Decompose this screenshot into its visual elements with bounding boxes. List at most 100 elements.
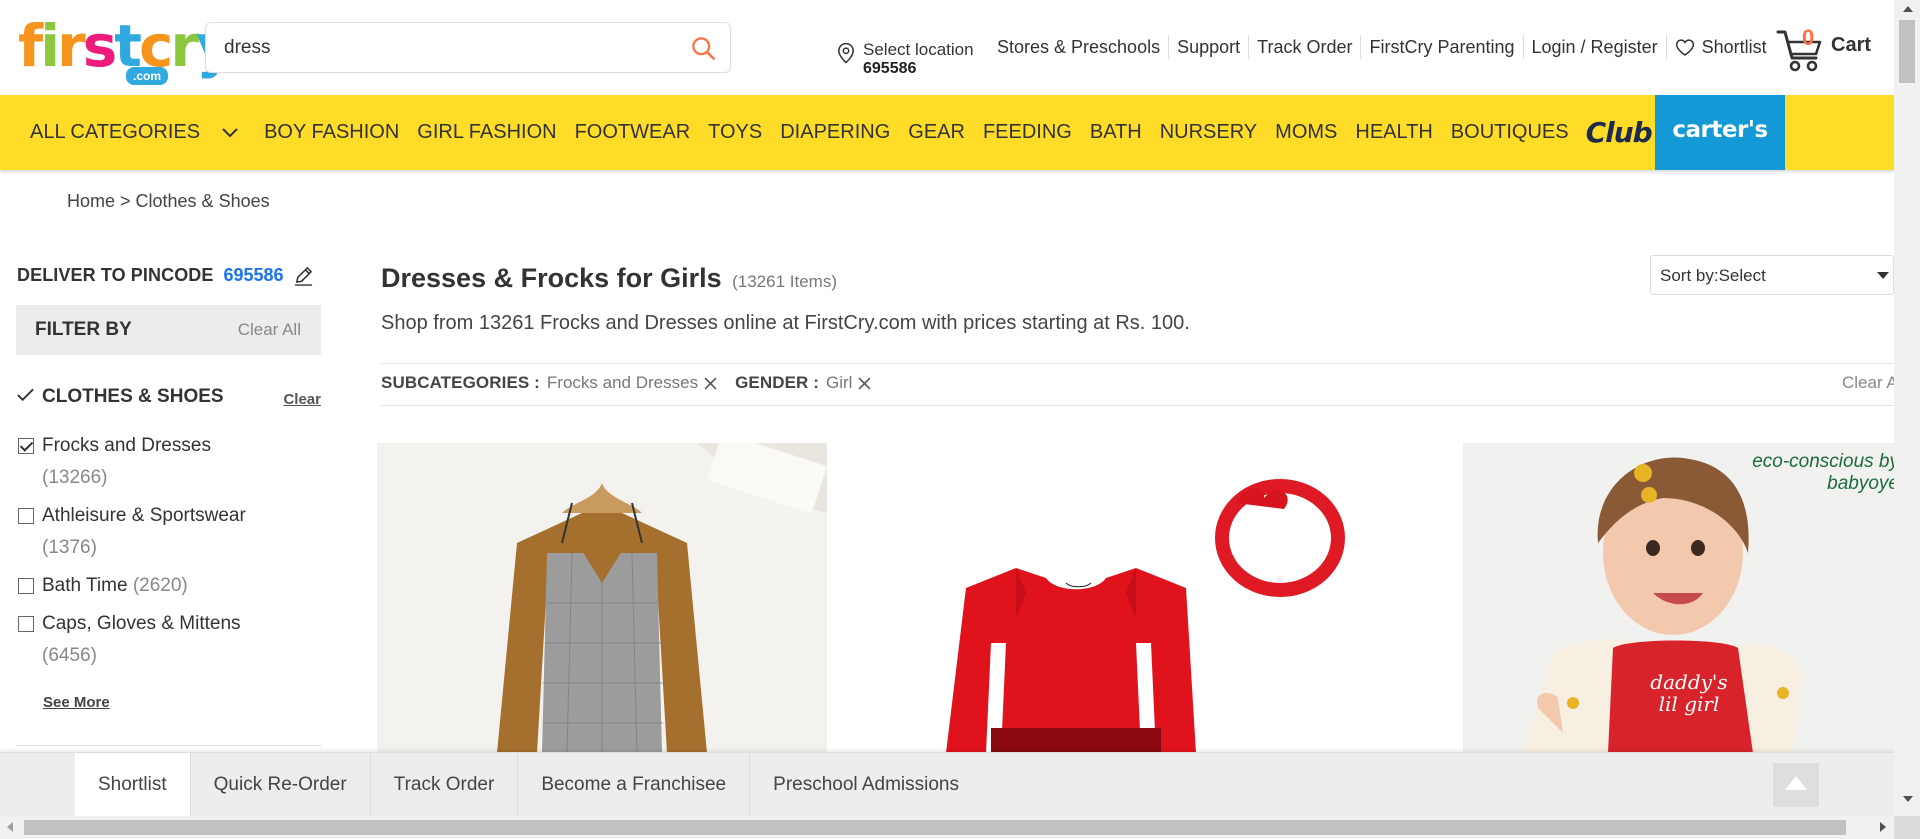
filter-option-athleisure[interactable]: Athleisure & Sportswear (1376) <box>16 500 321 564</box>
vertical-scroll-thumb[interactable] <box>1899 20 1915 83</box>
option-count: (13266) <box>42 467 108 488</box>
checkbox[interactable] <box>18 616 34 632</box>
vertical-scrollbar[interactable] <box>1894 0 1920 816</box>
product-image <box>866 443 1426 753</box>
logo-wordmark: firstcry <box>18 12 234 80</box>
option-count: (6456) <box>42 645 97 666</box>
horizontal-scrollbar[interactable] <box>0 816 1894 839</box>
see-more-link[interactable]: See More <box>43 694 110 711</box>
clear-all-filters-button[interactable]: Clear All <box>238 320 301 340</box>
page-title-text: Dresses & Frocks for Girls <box>381 263 722 293</box>
option-label: Caps, Gloves & Mittens <box>42 613 241 634</box>
filter-chip-key: GENDER : <box>735 373 820 392</box>
checkbox[interactable] <box>18 578 34 594</box>
nav-nursery[interactable]: NURSERY <box>1151 95 1266 170</box>
location-pincode: 695586 <box>863 60 917 77</box>
product-card-1[interactable] <box>377 443 827 753</box>
logo-letter: t <box>114 12 142 80</box>
search-box <box>205 22 731 73</box>
nav-bath[interactable]: BATH <box>1081 95 1151 170</box>
track-order-link[interactable]: Track Order <box>1248 35 1360 59</box>
scroll-to-top-button[interactable] <box>1773 763 1819 807</box>
quick-tab-shortlist[interactable]: Shortlist <box>75 753 191 817</box>
filter-chip-value: Frocks and Dresses <box>546 373 699 392</box>
sidebar-divider <box>16 745 321 746</box>
close-icon[interactable] <box>858 377 871 390</box>
checkbox-checked[interactable] <box>18 438 34 454</box>
firstcry-logo[interactable]: firstcry .com <box>18 12 234 86</box>
page-title: Dresses & Frocks for Girls (13261 Items) <box>381 263 837 294</box>
filter-option-bath-time[interactable]: Bath Time (2620) <box>16 570 321 602</box>
product-card-3[interactable]: eco-conscious by babyoye daddy's lil gir… <box>1463 443 1894 753</box>
shortlist-link[interactable]: Shortlist <box>1665 35 1775 59</box>
search-input[interactable] <box>224 34 664 62</box>
nav-girl-fashion[interactable]: GIRL FASHION <box>408 95 565 170</box>
shirt-print-text: daddy's lil girl <box>1650 670 1728 716</box>
scroll-up-arrow-icon[interactable] <box>1903 6 1913 12</box>
login-register-link[interactable]: Login / Register <box>1522 35 1666 59</box>
bottom-quick-bar: Shortlist Quick Re-Order Track Order Bec… <box>0 752 1894 817</box>
quick-tab-franchisee[interactable]: Become a Franchisee <box>518 753 751 817</box>
nav-feeding[interactable]: FEEDING <box>974 95 1081 170</box>
nav-health[interactable]: HEALTH <box>1346 95 1441 170</box>
chevron-down-icon <box>222 127 238 137</box>
scroll-right-arrow-icon[interactable] <box>1880 822 1886 832</box>
breadcrumb[interactable]: Home > Clothes & Shoes <box>67 191 270 212</box>
logo-dotcom: .com <box>126 67 169 85</box>
item-count: (13261 Items) <box>732 272 837 291</box>
sort-text: Sort by:Select <box>1660 266 1766 286</box>
support-link[interactable]: Support <box>1168 35 1248 59</box>
option-label: Athleisure & Sportswear <box>42 505 246 526</box>
cart-label: Cart <box>1831 34 1872 56</box>
nav-gear[interactable]: GEAR <box>899 95 974 170</box>
deliver-pincode: DELIVER TO PINCODE 695586 <box>17 263 322 287</box>
nav-moms[interactable]: MOMS <box>1266 95 1346 170</box>
search-icon[interactable] <box>690 35 717 62</box>
category-nav: ALL CATEGORIES BOY FASHION GIRL FASHION … <box>0 95 1894 170</box>
logo-letter: r <box>170 12 199 80</box>
all-categories-menu[interactable]: ALL CATEGORIES <box>12 95 255 170</box>
quick-tab-track-order[interactable]: Track Order <box>371 753 519 817</box>
nav-toys[interactable]: TOYS <box>699 95 771 170</box>
filter-by-title: FILTER BY <box>35 319 132 340</box>
nav-boutiques[interactable]: BOUTIQUES <box>1442 95 1578 170</box>
sort-dropdown[interactable]: Sort by:Select <box>1650 255 1894 295</box>
logo-letter: r <box>57 12 86 80</box>
filter-option-caps-gloves[interactable]: Caps, Gloves & Mittens (6456) <box>16 608 321 672</box>
nav-boy-fashion[interactable]: BOY FASHION <box>255 95 408 170</box>
product-card-2[interactable] <box>866 443 1426 753</box>
horizontal-scroll-thumb[interactable] <box>24 820 1846 835</box>
pincode-label: DELIVER TO PINCODE <box>17 264 214 285</box>
filter-option-frocks-dresses[interactable]: Frocks and Dresses (13266) <box>16 430 321 494</box>
checkbox[interactable] <box>18 508 34 524</box>
sort-value: Select <box>1718 266 1766 285</box>
edit-pencil-icon[interactable] <box>293 265 314 286</box>
dropdown-arrow-icon <box>1877 272 1889 279</box>
location-label: Select location <box>863 40 974 59</box>
cart-button[interactable]: 0 Cart <box>1776 22 1876 78</box>
close-icon[interactable] <box>704 377 717 390</box>
brand-overlay-text: eco-conscious by babyoye <box>1729 451 1894 495</box>
filter-section-clothes-shoes[interactable]: CLOTHES & SHOES Clear <box>16 383 321 413</box>
all-categories-label: ALL CATEGORIES <box>30 121 201 143</box>
sort-label: Sort by: <box>1660 266 1719 285</box>
nav-footwear[interactable]: FOOTWEAR <box>566 95 700 170</box>
quick-tab-preschool[interactable]: Preschool Admissions <box>750 753 982 817</box>
nav-diapering[interactable]: DIAPERING <box>771 95 899 170</box>
top-links: Stores & Preschools Support Track Order … <box>988 34 1775 60</box>
logo-letter: f <box>18 12 43 80</box>
location-selector[interactable]: Select location 695586 <box>835 38 985 82</box>
firstcry-parenting-link[interactable]: FirstCry Parenting <box>1360 35 1522 59</box>
club-logo[interactable]: Club <box>1578 116 1653 149</box>
clear-all-applied-button[interactable]: Clear All <box>1842 373 1894 393</box>
logo-letter: i <box>40 12 60 80</box>
carters-logo[interactable]: carter's <box>1655 95 1785 170</box>
quick-tab-reorder[interactable]: Quick Re-Order <box>191 753 371 817</box>
section-clear-button[interactable]: Clear <box>283 391 321 408</box>
stores-preschools-link[interactable]: Stores & Preschools <box>988 35 1168 59</box>
scroll-left-arrow-icon[interactable] <box>7 822 13 832</box>
pincode-value: 695586 <box>223 264 284 285</box>
logo-letter: s <box>82 12 117 80</box>
checkmark-icon <box>17 388 34 402</box>
scroll-down-arrow-icon[interactable] <box>1903 796 1913 802</box>
